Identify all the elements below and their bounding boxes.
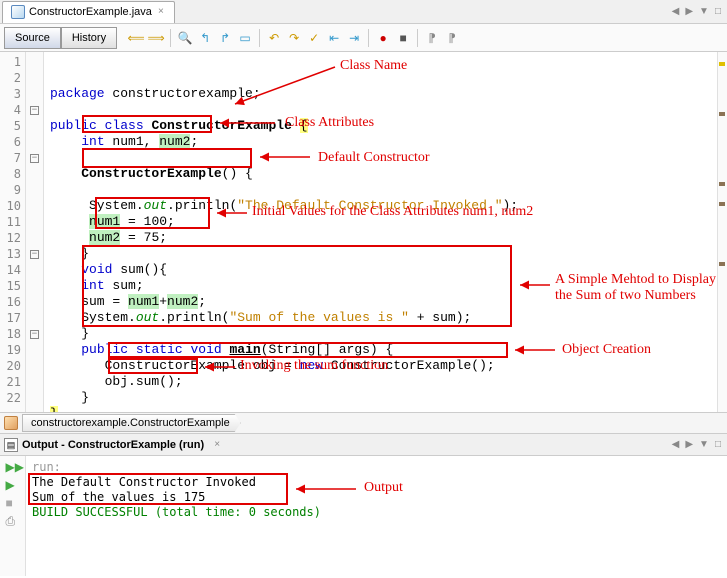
toggle-highlight-icon[interactable]: ▭ (236, 29, 254, 47)
output-panel: ▶▶ ▶ ■ ⎙ run: The Default Constructor In… (0, 456, 727, 576)
fold-icon[interactable]: − (30, 330, 39, 339)
output-line: BUILD SUCCESSFUL (total time: 0 seconds) (32, 505, 721, 520)
fold-icon[interactable]: − (30, 106, 39, 115)
prev-tab-icon[interactable]: ◀ (672, 439, 680, 450)
find-selection-icon[interactable]: 🔍 (176, 29, 194, 47)
save-icon[interactable]: ⎙ (6, 514, 20, 528)
toggle-bookmark-icon[interactable]: ✓ (305, 29, 323, 47)
run-icon[interactable]: ▶ (6, 478, 20, 492)
tab-menu-icon[interactable]: ▼ (699, 439, 709, 450)
java-file-icon (11, 5, 25, 19)
output-panel-header: ▤ Output - ConstructorExample (run) × ◀ … (0, 434, 727, 456)
nav-forward-icon[interactable]: ⟹ (147, 29, 165, 47)
rerun-icon[interactable]: ▶▶ (6, 460, 20, 474)
fold-icon[interactable]: − (30, 154, 39, 163)
maximize-icon[interactable]: □ (715, 6, 721, 17)
breadcrumb: constructorexample.ConstructorExample (0, 412, 727, 434)
stop-macro-icon[interactable]: ■ (394, 29, 412, 47)
start-macro-icon[interactable]: ● (374, 29, 392, 47)
file-tab-bar: ConstructorExample.java × ◀ ▶ ▼ □ (0, 0, 727, 24)
error-stripe (717, 52, 727, 412)
line-numbers: 12345678910111213141516171819202122 (0, 52, 26, 412)
output-title: Output - ConstructorExample (run) (22, 439, 204, 451)
stop-icon[interactable]: ■ (6, 496, 20, 510)
uncomment-icon[interactable]: ⁋ (443, 29, 461, 47)
close-icon[interactable]: × (156, 7, 166, 17)
output-line: The Default Constructor Invoked (32, 475, 721, 490)
prev-tab-icon[interactable]: ◀ (672, 6, 680, 17)
breadcrumb-item[interactable]: constructorexample.ConstructorExample (22, 414, 241, 432)
fold-icon[interactable]: − (30, 250, 39, 259)
next-tab-icon[interactable]: ▶ (685, 439, 693, 450)
find-next-icon[interactable]: ↱ (216, 29, 234, 47)
class-icon (4, 416, 18, 430)
fold-gutter: − − − − (26, 52, 44, 412)
shift-left-icon[interactable]: ⇤ (325, 29, 343, 47)
prev-bookmark-icon[interactable]: ↶ (265, 29, 283, 47)
file-tab-label: ConstructorExample.java (29, 6, 152, 18)
output-line: run: (32, 460, 721, 475)
output-line: Sum of the values is 175 (32, 490, 721, 505)
source-button[interactable]: Source (4, 27, 61, 49)
comment-icon[interactable]: ⁋ (423, 29, 441, 47)
history-button[interactable]: History (61, 27, 117, 49)
nav-back-icon[interactable]: ⟸ (127, 29, 145, 47)
file-tab[interactable]: ConstructorExample.java × (2, 1, 175, 23)
code-content[interactable]: package constructorexample; public class… (44, 52, 727, 412)
tab-menu-icon[interactable]: ▼ (699, 6, 709, 17)
shift-right-icon[interactable]: ⇥ (345, 29, 363, 47)
code-editor[interactable]: 12345678910111213141516171819202122 − − … (0, 52, 727, 412)
output-text[interactable]: run: The Default Constructor Invoked Sum… (26, 456, 727, 576)
close-icon[interactable]: × (212, 440, 222, 450)
editor-toolbar: Source History ⟸ ⟹ 🔍 ↰ ↱ ▭ ↶ ↷ ✓ ⇤ ⇥ ● ■… (0, 24, 727, 52)
find-prev-icon[interactable]: ↰ (196, 29, 214, 47)
output-icon: ▤ (4, 438, 18, 452)
maximize-icon[interactable]: □ (715, 439, 721, 450)
next-bookmark-icon[interactable]: ↷ (285, 29, 303, 47)
output-gutter: ▶▶ ▶ ■ ⎙ (0, 456, 26, 576)
next-tab-icon[interactable]: ▶ (685, 6, 693, 17)
tab-nav-controls: ◀ ▶ ▼ □ (672, 6, 727, 17)
